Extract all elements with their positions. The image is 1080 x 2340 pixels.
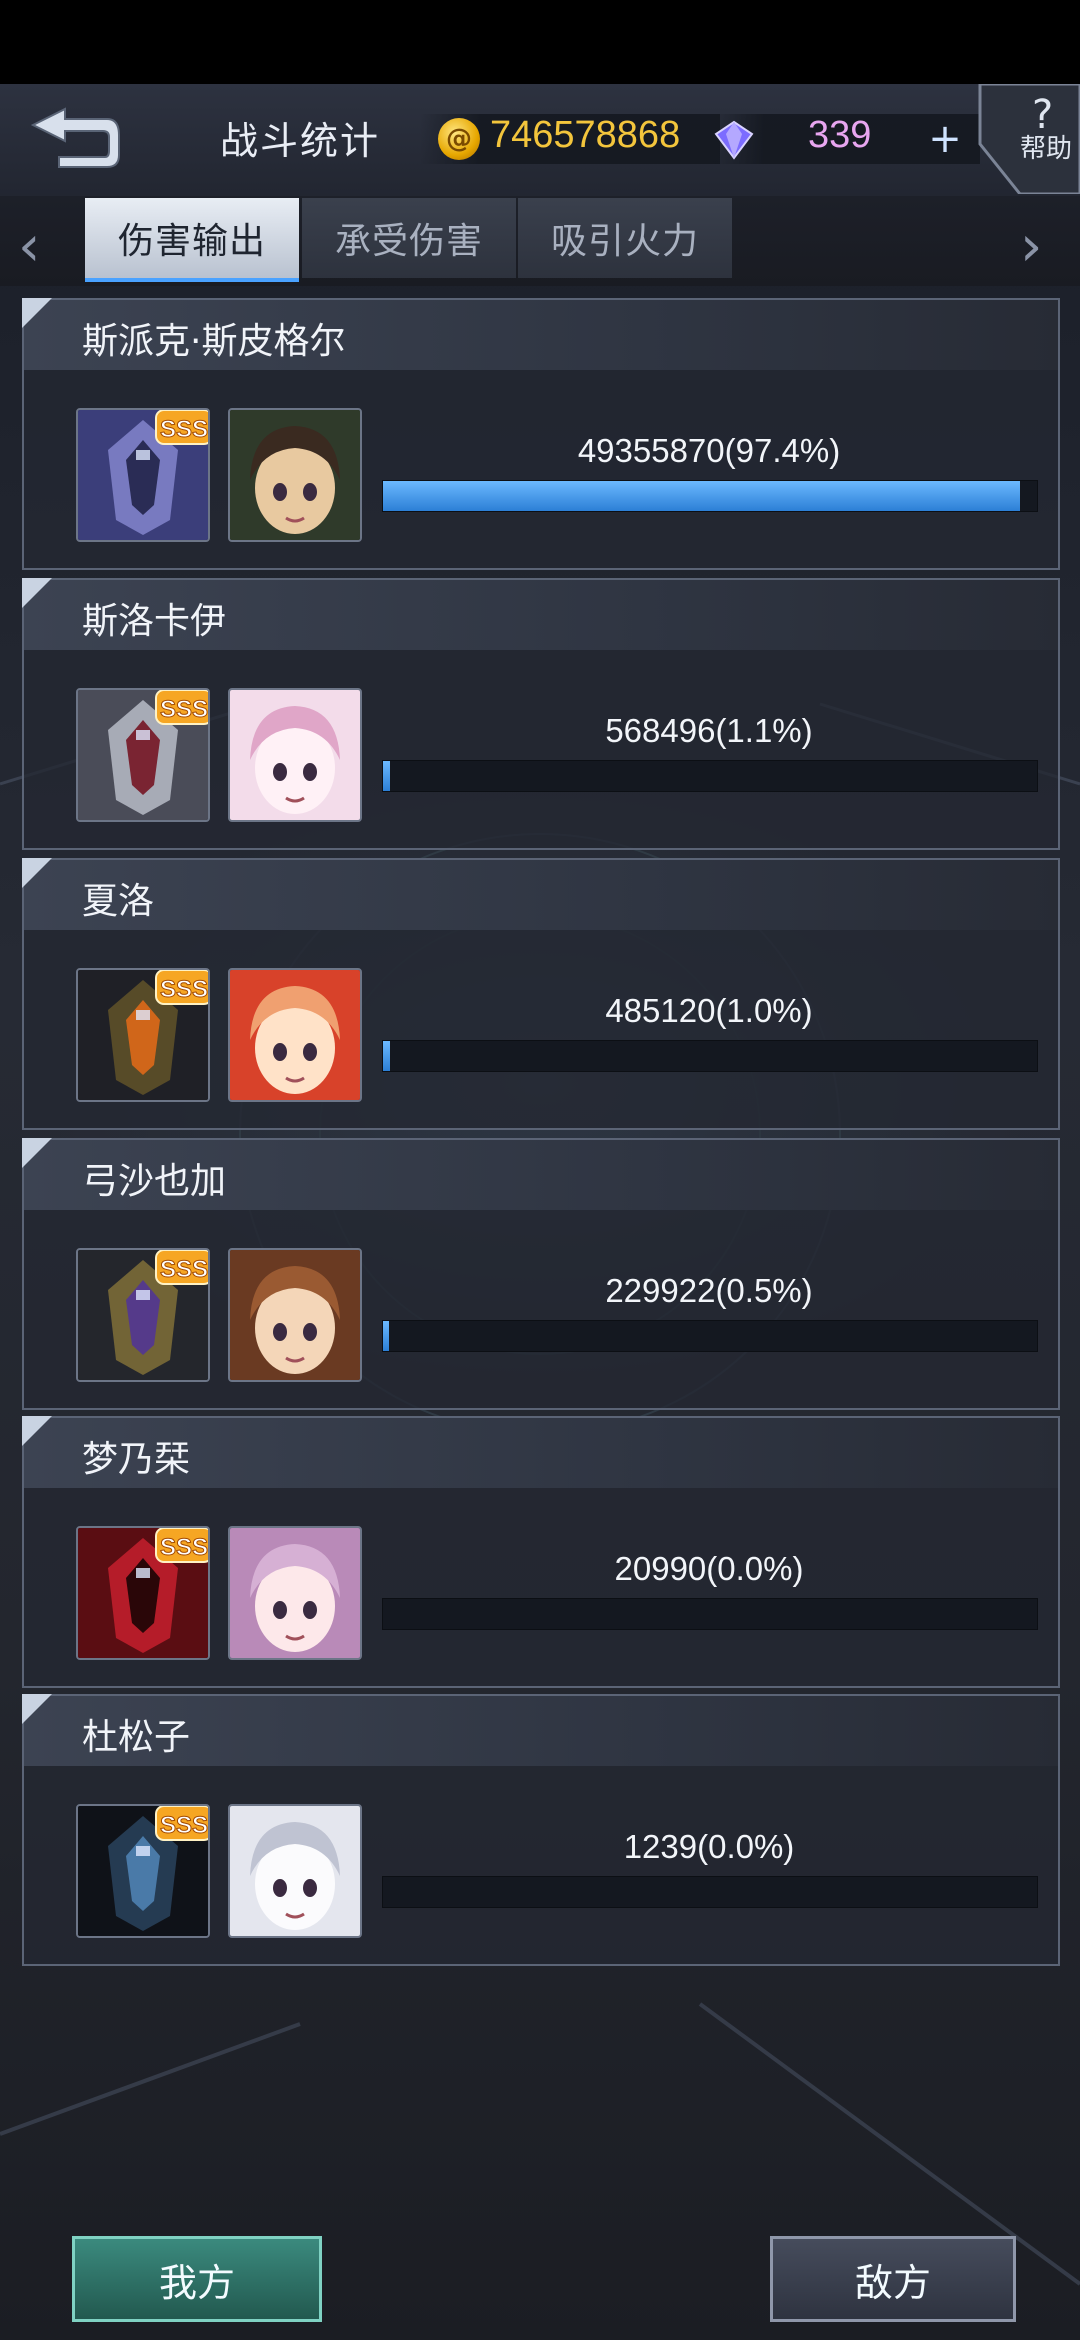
damage-value: 1239(0.0%)	[623, 1828, 795, 1865]
portrait-icon	[230, 970, 360, 1100]
mech-avatar[interactable]: SSS	[76, 1804, 210, 1938]
pilot-name: 杜松子	[82, 1717, 191, 1758]
damage-entry: 夏洛 SSS 485120(1.0%)	[22, 858, 1060, 1130]
damage-bar-fill	[383, 1321, 389, 1351]
damage-entry: 斯洛卡伊 SSS 568496(1.1%)	[22, 578, 1060, 850]
sss-rank-badge: SSS	[154, 690, 208, 728]
portrait-icon	[230, 410, 360, 540]
sss-rank-badge: SSS	[154, 1528, 208, 1566]
svg-text:SSS: SSS	[160, 1812, 208, 1839]
pilot-name: 斯洛卡伊	[82, 601, 227, 642]
corner-accent	[22, 858, 52, 888]
pilot-name: 梦乃栞	[82, 1439, 191, 1480]
coin-value: 746578868	[490, 114, 681, 156]
damage-bar-fill	[383, 761, 390, 791]
tab-prev-chevron-icon[interactable]: ‹	[18, 214, 40, 279]
portrait-icon	[230, 690, 360, 820]
damage-value: 229922(0.5%)	[605, 1272, 813, 1309]
corner-accent	[22, 1694, 52, 1724]
corner-accent	[22, 1138, 52, 1168]
damage-value: 485120(1.0%)	[605, 992, 813, 1029]
damage-bar-track	[382, 480, 1038, 512]
damage-value: 49355870(97.4%)	[577, 432, 841, 469]
damage-entry: 杜松子 SSS 1239(0.0%)	[22, 1694, 1060, 1966]
svg-text:SSS: SSS	[160, 1534, 208, 1561]
mech-avatar[interactable]: SSS	[76, 1248, 210, 1382]
portrait-icon	[230, 1806, 360, 1936]
pilot-avatar[interactable]	[228, 1526, 362, 1660]
damage-bar-fill	[383, 481, 1020, 511]
card-header	[24, 860, 1058, 930]
our-side-button[interactable]: 我方	[72, 2236, 322, 2322]
damage-value: 568496(1.1%)	[605, 712, 813, 749]
pilot-avatar[interactable]	[228, 408, 362, 542]
sss-rank-badge: SSS	[154, 970, 208, 1008]
enemy-side-button[interactable]: 敌方	[770, 2236, 1016, 2322]
gem-value: 339	[808, 114, 872, 156]
damage-entry: 梦乃栞 SSS 20990(0.0%)	[22, 1416, 1060, 1688]
damage-bar-track	[382, 760, 1038, 792]
pilot-avatar[interactable]	[228, 688, 362, 822]
tab-damage-taken[interactable]: 承受伤害	[302, 198, 516, 278]
damage-bar-fill	[383, 1041, 390, 1071]
portrait-icon	[230, 1528, 360, 1658]
portrait-icon	[230, 1250, 360, 1380]
pilot-avatar[interactable]	[228, 1248, 362, 1382]
tab-aggro[interactable]: 吸引火力	[518, 198, 732, 278]
sss-rank-badge: SSS	[154, 410, 208, 448]
tab-next-chevron-icon[interactable]: ›	[1020, 214, 1042, 279]
svg-text:SSS: SSS	[160, 416, 208, 443]
mech-avatar[interactable]: SSS	[76, 688, 210, 822]
back-button[interactable]	[0, 86, 150, 194]
svg-text:SSS: SSS	[160, 696, 208, 723]
sss-rank-badge: SSS	[154, 1806, 208, 1844]
damage-bar-track	[382, 1598, 1038, 1630]
sss-rank-badge: SSS	[154, 1250, 208, 1288]
help-label: 帮助	[1020, 134, 1073, 164]
mech-avatar[interactable]: SSS	[76, 408, 210, 542]
tab-damage-output[interactable]: 伤害输出	[85, 198, 299, 282]
damage-value: 20990(0.0%)	[614, 1550, 804, 1587]
mech-avatar[interactable]: SSS	[76, 968, 210, 1102]
damage-bar-track	[382, 1040, 1038, 1072]
coin-icon: @	[438, 118, 480, 160]
damage-bar-track	[382, 1320, 1038, 1352]
pilot-name: 弓沙也加	[82, 1161, 227, 1202]
pilot-name: 夏洛	[82, 881, 155, 922]
corner-accent	[22, 298, 52, 328]
corner-accent	[22, 1416, 52, 1446]
damage-bar-track	[382, 1876, 1038, 1908]
damage-entry: 弓沙也加 SSS 229922(0.5%)	[22, 1138, 1060, 1410]
page-title: 战斗统计	[220, 119, 381, 163]
diamond-icon	[714, 120, 754, 160]
pilot-name: 斯派克·斯皮格尔	[82, 321, 346, 362]
pilot-avatar[interactable]	[228, 1804, 362, 1938]
damage-entry: 斯派克·斯皮格尔 SSS 49355870(97.4%)	[22, 298, 1060, 570]
back-arrow-icon	[30, 107, 120, 168]
pilot-avatar[interactable]	[228, 968, 362, 1102]
mech-avatar[interactable]: SSS	[76, 1526, 210, 1660]
svg-text:SSS: SSS	[160, 1256, 208, 1283]
svg-text:SSS: SSS	[160, 976, 208, 1003]
corner-accent	[22, 578, 52, 608]
